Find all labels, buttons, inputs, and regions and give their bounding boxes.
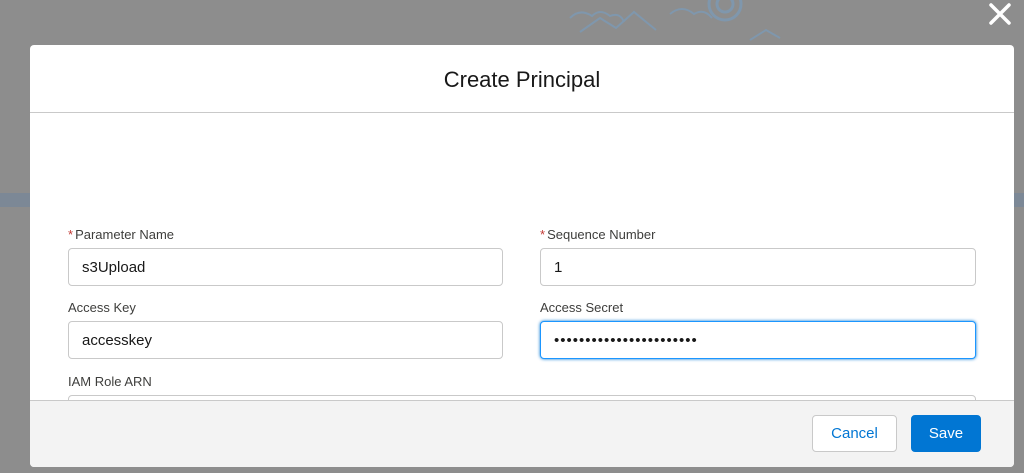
parameter-name-input[interactable] bbox=[68, 248, 503, 286]
access-key-label: Access Key bbox=[68, 300, 136, 315]
modal-header: Create Principal bbox=[30, 45, 1014, 113]
modal-title: Create Principal bbox=[443, 66, 601, 92]
sequence-number-field: * Sequence Number bbox=[540, 226, 976, 286]
cancel-button[interactable]: Cancel bbox=[812, 415, 897, 452]
access-secret-label: Access Secret bbox=[540, 300, 624, 315]
access-secret-input[interactable] bbox=[540, 321, 976, 359]
modal-footer: Cancel Save bbox=[30, 400, 1014, 467]
modal-body: *Parameter Name *Sequence Number Access … bbox=[30, 113, 1014, 433]
access-key-field: Access Key bbox=[68, 299, 503, 359]
background-illustration bbox=[569, 0, 781, 41]
access-key-input[interactable] bbox=[68, 321, 503, 359]
parameter-name-label-text: Parameter Name bbox=[75, 227, 175, 242]
access-secret-field: Access Secret bbox=[540, 299, 976, 359]
parameter-name-label: * Parameter Name bbox=[68, 226, 503, 244]
parameter-name-field: * Parameter Name bbox=[68, 226, 503, 286]
required-marker: * bbox=[68, 227, 74, 242]
sequence-number-label: * Sequence Number bbox=[540, 226, 976, 244]
sequence-number-label-text: Sequence Number bbox=[547, 227, 656, 242]
save-button[interactable]: Save bbox=[911, 415, 981, 452]
required-marker: * bbox=[540, 227, 546, 242]
sequence-number-input[interactable] bbox=[540, 248, 976, 286]
close-icon[interactable] bbox=[986, 0, 1014, 28]
create-principal-modal: Create Principal *Parameter Name *Sequen… bbox=[30, 45, 1014, 467]
iam-role-arn-label: IAM Role ARN bbox=[68, 374, 152, 389]
